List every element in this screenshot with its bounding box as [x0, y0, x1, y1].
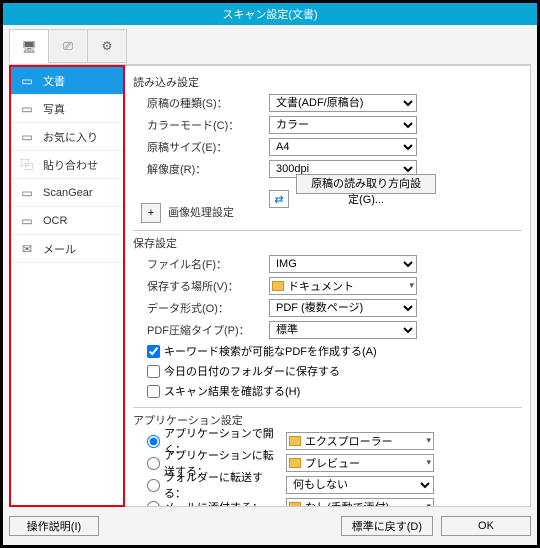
bottom-bar: 操作説明(I) 標準に戻す(D) OK	[9, 507, 531, 539]
sidebar-item-favorite[interactable]: ▭ お気に入り	[11, 123, 123, 151]
instructions-button[interactable]: 操作説明(I)	[9, 516, 99, 536]
label-resolution: 解像度(R)：	[133, 161, 269, 177]
form-area: 読み込み設定 原稿の種類(S)： 文書(ADF/原稿台) カラーモード(C)： …	[125, 65, 531, 507]
orientation-button[interactable]: 原稿の読み取り方向設定(G)...	[296, 174, 436, 194]
group-save-settings: 保存設定	[133, 235, 522, 251]
select-source[interactable]: 文書(ADF/原稿台)	[269, 94, 417, 112]
tab-monitor[interactable]: 🖥	[9, 29, 49, 63]
select-attach-mail[interactable]: なし(手動で添付)▾	[286, 498, 434, 507]
label-date-folder: 今日の日付のフォルダーに保存する	[164, 363, 340, 379]
monitor-icon: 🖥	[21, 40, 37, 54]
select-colormode[interactable]: カラー	[269, 116, 417, 134]
expand-image-proc[interactable]: +	[141, 203, 161, 223]
sidebar-label: メール	[43, 241, 76, 257]
tab-tools[interactable]: ⚙	[87, 29, 127, 63]
label-confirm-result: スキャン結果を確認する(H)	[164, 383, 300, 399]
select-send-folder[interactable]: 何もしない	[286, 476, 434, 494]
stitch-icon: ⿻	[19, 158, 35, 172]
folder-icon	[272, 281, 284, 291]
sidebar-item-stitch[interactable]: ⿻ 貼り合わせ	[11, 151, 123, 179]
label-papersize: 原稿サイズ(E)：	[133, 139, 269, 155]
defaults-button[interactable]: 標準に戻す(D)	[341, 516, 433, 536]
check-keyword-pdf[interactable]	[147, 345, 160, 358]
sidebar-item-mail[interactable]: ✉ メール	[11, 235, 123, 263]
photo-icon: ▭	[19, 102, 35, 116]
folder-icon	[289, 436, 301, 446]
label-pdfcomp: PDF圧縮タイプ(P)：	[133, 322, 269, 338]
group-scan-settings: 読み込み設定	[133, 74, 522, 90]
select-pdfcomp[interactable]: 標準	[269, 321, 417, 339]
document-icon: ▭	[19, 74, 35, 88]
radio-send-app[interactable]	[147, 457, 160, 470]
window-title: スキャン設定(文書)	[3, 3, 537, 25]
mail-icon: ✉	[19, 242, 35, 256]
label-colormode: カラーモード(C)：	[133, 117, 269, 133]
check-confirm-result[interactable]	[147, 385, 160, 398]
label-format: データ形式(O)：	[133, 300, 269, 316]
sidebar-label: 文書	[43, 73, 65, 89]
folder-icon	[289, 458, 301, 468]
sidebar-label: 写真	[43, 101, 65, 117]
label-saveloc: 保存する場所(V)：	[133, 278, 269, 294]
ok-button[interactable]: OK	[441, 516, 531, 536]
select-open-app[interactable]: エクスプローラー▾	[286, 432, 434, 450]
select-filename[interactable]: IMG	[269, 255, 417, 273]
select-papersize[interactable]: A4	[269, 138, 417, 156]
sidebar-item-scangear[interactable]: ▭ ScanGear	[11, 179, 123, 207]
tools-icon: ⚙	[99, 39, 115, 53]
check-date-folder[interactable]	[147, 365, 160, 378]
sidebar-item-document[interactable]: ▭ 文書	[11, 67, 123, 95]
sidebar-label: ScanGear	[43, 187, 93, 199]
label-send-folder: フォルダーに転送する：	[164, 469, 282, 501]
sidebar-label: お気に入り	[43, 129, 98, 145]
select-saveloc[interactable]: ドキュメント ▾	[269, 277, 417, 295]
scanner-icon: ⎚	[60, 39, 76, 53]
label-attach-mail: メールに添付する：	[164, 499, 282, 507]
radio-send-folder[interactable]	[147, 479, 160, 492]
favorite-icon: ▭	[19, 130, 35, 144]
sidebar: ▭ 文書 ▭ 写真 ▭ お気に入り ⿻ 貼り合わせ ▭ ScanGear ▭ O…	[9, 65, 125, 507]
orientation-icon: ⇄	[269, 190, 289, 208]
ocr-icon: ▭	[19, 214, 35, 228]
label-filename: ファイル名(F)：	[133, 256, 269, 272]
label-source: 原稿の種類(S)：	[133, 95, 269, 111]
sidebar-label: 貼り合わせ	[43, 157, 98, 173]
sidebar-item-photo[interactable]: ▭ 写真	[11, 95, 123, 123]
tab-scanner[interactable]: ⎚	[48, 29, 88, 63]
radio-open-app[interactable]	[147, 435, 160, 448]
top-tab-bar: 🖥 ⎚ ⚙	[9, 29, 531, 65]
label-keyword-pdf: キーワード検索が可能なPDFを作成する(A)	[164, 343, 377, 359]
sidebar-label: OCR	[43, 215, 67, 227]
sidebar-item-ocr[interactable]: ▭ OCR	[11, 207, 123, 235]
scangear-icon: ▭	[19, 186, 35, 200]
select-send-app[interactable]: プレビュー▾	[286, 454, 434, 472]
label-image-proc: 画像処理設定	[168, 207, 234, 219]
select-format[interactable]: PDF (複数ページ)	[269, 299, 417, 317]
